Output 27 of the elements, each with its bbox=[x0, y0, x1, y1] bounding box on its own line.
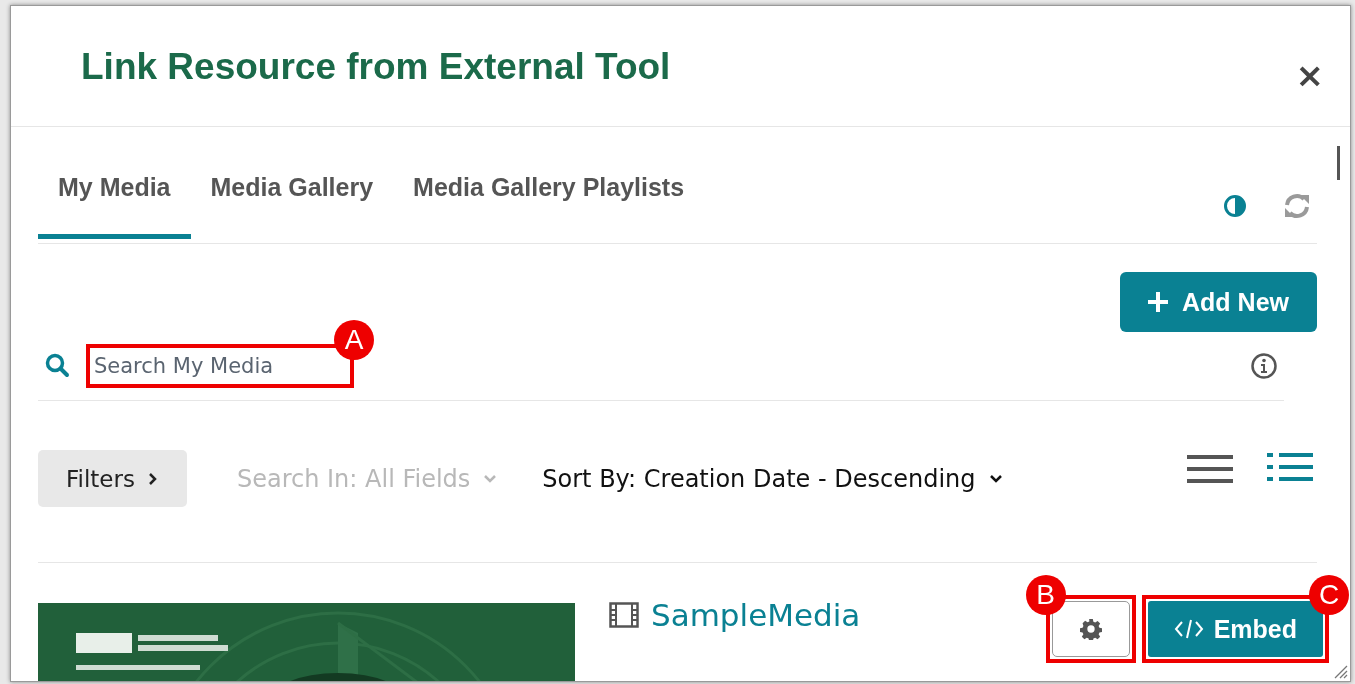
embed-button[interactable]: Embed bbox=[1147, 601, 1323, 657]
contrast-icon[interactable] bbox=[1223, 194, 1247, 218]
sort-dropdown[interactable]: Sort By: Creation Date - Descending bbox=[542, 464, 1004, 493]
settings-icon bbox=[1079, 618, 1102, 640]
filters-button[interactable]: Filters bbox=[38, 450, 187, 507]
annotation-badge: C bbox=[1309, 575, 1349, 615]
plus-icon bbox=[1148, 292, 1169, 312]
add-new-button[interactable]: Add New bbox=[1120, 272, 1317, 332]
annotation-badge: B bbox=[1025, 575, 1066, 615]
annotation-badge: A bbox=[334, 320, 374, 360]
info-icon[interactable] bbox=[1250, 352, 1278, 380]
media-title-link[interactable]: SampleMedia bbox=[651, 597, 861, 633]
close-button[interactable]: × bbox=[1295, 58, 1324, 92]
caret-icon bbox=[987, 472, 1004, 485]
refresh-icon[interactable] bbox=[1283, 193, 1311, 219]
code-icon bbox=[1173, 618, 1204, 640]
tab[interactable]: Media Gallery bbox=[190, 173, 394, 239]
film-icon bbox=[609, 602, 639, 628]
list-view-icon[interactable] bbox=[1187, 452, 1233, 485]
scrollbar[interactable] bbox=[1337, 146, 1340, 180]
caret-icon bbox=[482, 472, 499, 485]
search-icon bbox=[44, 352, 72, 380]
resize-grip-icon[interactable] bbox=[1332, 663, 1348, 679]
chevron-right-icon bbox=[146, 471, 159, 486]
tab[interactable]: My Media bbox=[38, 173, 191, 239]
dialog-title: Link Resource from External Tool bbox=[81, 46, 671, 88]
tab[interactable]: Media Gallery Playlists bbox=[393, 173, 705, 239]
